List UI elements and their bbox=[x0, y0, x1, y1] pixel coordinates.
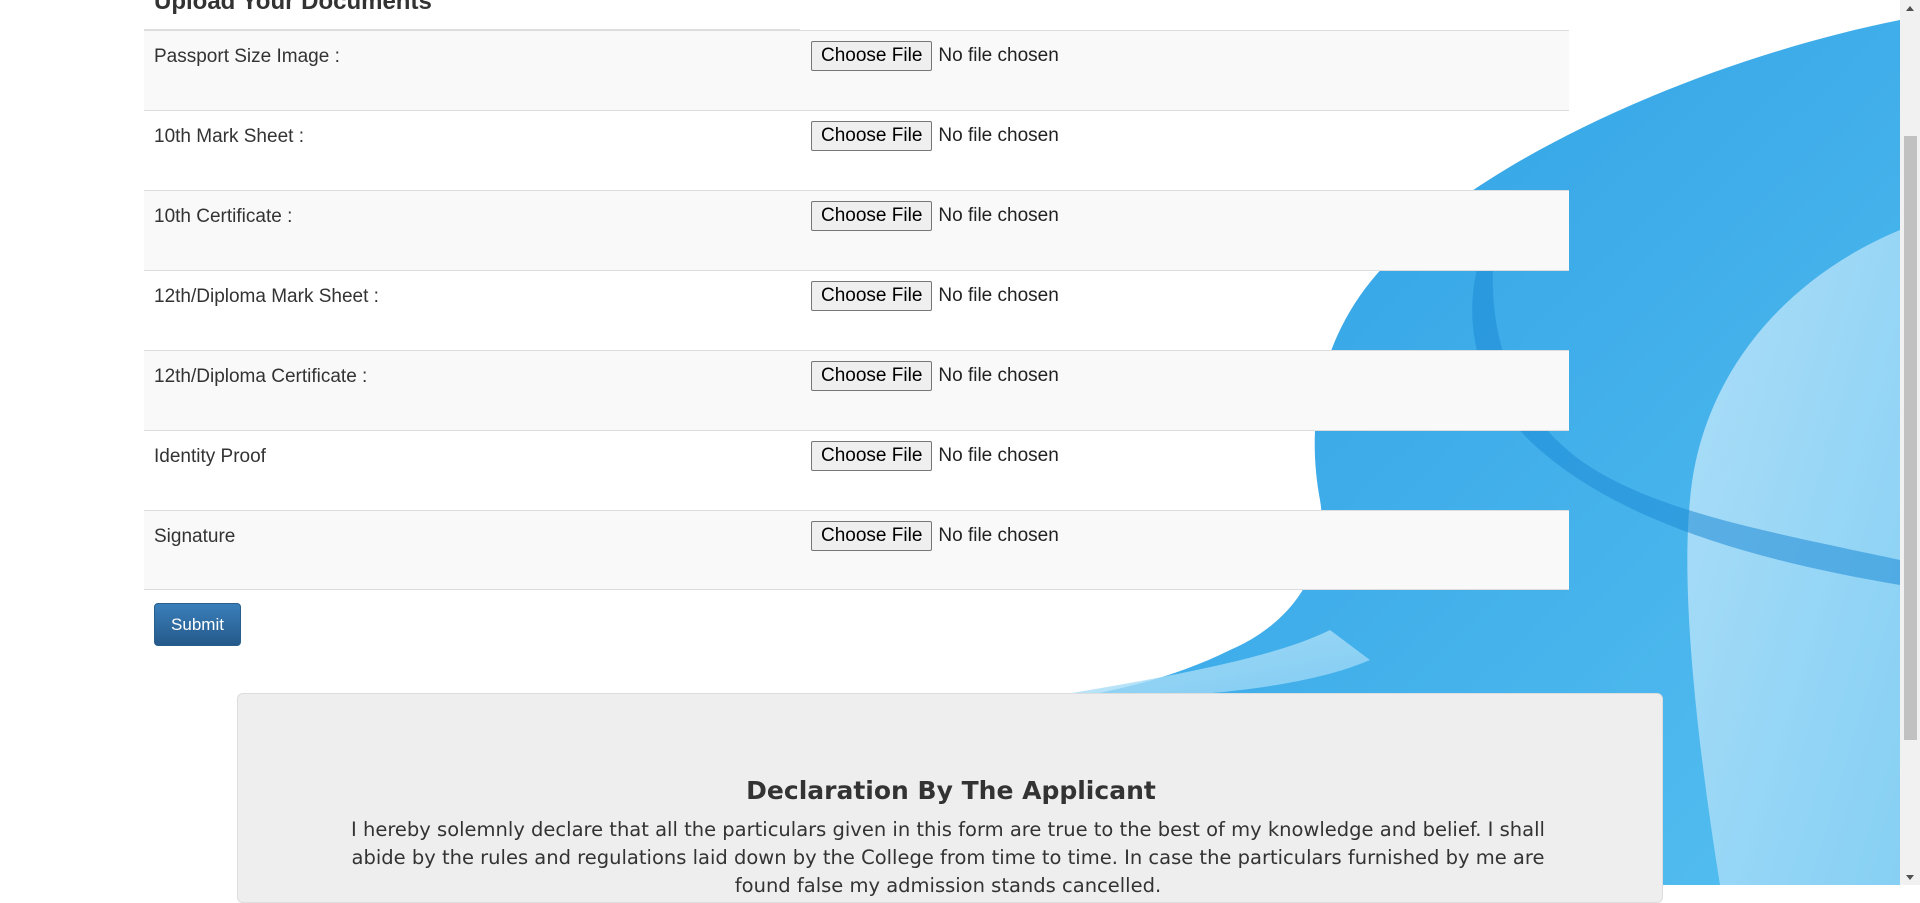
scroll-up-arrow-icon[interactable] bbox=[1900, 0, 1920, 17]
choose-file-button[interactable]: Choose File bbox=[811, 41, 933, 71]
choose-file-button[interactable]: Choose File bbox=[811, 521, 933, 551]
upload-row-passport-image: Passport Size Image : Choose File No fil… bbox=[144, 30, 1569, 110]
upload-row-12th-certificate: 12th/Diploma Certificate : Choose File N… bbox=[144, 350, 1569, 430]
file-status-text: No file chosen bbox=[938, 285, 1059, 306]
choose-file-button[interactable]: Choose File bbox=[811, 361, 933, 391]
submit-button[interactable]: Submit bbox=[154, 603, 241, 646]
choose-file-button[interactable]: Choose File bbox=[811, 121, 933, 151]
upload-label: 12th/Diploma Mark Sheet : bbox=[154, 286, 379, 307]
passport-image-file-input[interactable]: Choose File No file chosen bbox=[811, 41, 1059, 71]
upload-label: 10th Mark Sheet : bbox=[154, 126, 304, 147]
file-status-text: No file chosen bbox=[938, 205, 1059, 226]
scrollbar-thumb[interactable] bbox=[1904, 136, 1917, 740]
scroll-down-arrow-icon[interactable] bbox=[1900, 868, 1920, 885]
page-content: Upload Your Documents Passport Size Imag… bbox=[0, 0, 1900, 903]
upload-row-10th-certificate: 10th Certificate : Choose File No file c… bbox=[144, 190, 1569, 270]
12th-certificate-file-input[interactable]: Choose File No file chosen bbox=[811, 361, 1059, 391]
upload-label: 10th Certificate : bbox=[154, 206, 293, 227]
file-status-text: No file chosen bbox=[938, 125, 1059, 146]
section-title: Upload Your Documents bbox=[154, 0, 432, 15]
file-status-text: No file chosen bbox=[938, 365, 1059, 386]
identity-proof-file-input[interactable]: Choose File No file chosen bbox=[811, 441, 1059, 471]
upload-label: Signature bbox=[154, 526, 236, 547]
vertical-scrollbar[interactable] bbox=[1900, 0, 1920, 885]
declaration-text: I hereby solemnly declare that all the p… bbox=[351, 818, 1545, 897]
upload-documents-table: Passport Size Image : Choose File No fil… bbox=[144, 30, 1569, 590]
10th-certificate-file-input[interactable]: Choose File No file chosen bbox=[811, 201, 1059, 231]
upload-label: Passport Size Image : bbox=[154, 46, 340, 67]
file-status-text: No file chosen bbox=[938, 45, 1059, 66]
12th-mark-sheet-file-input[interactable]: Choose File No file chosen bbox=[811, 281, 1059, 311]
file-status-text: No file chosen bbox=[938, 445, 1059, 466]
signature-file-input[interactable]: Choose File No file chosen bbox=[811, 521, 1059, 551]
choose-file-button[interactable]: Choose File bbox=[811, 281, 933, 311]
upload-label: 12th/Diploma Certificate : bbox=[154, 366, 368, 387]
file-status-text: No file chosen bbox=[938, 525, 1059, 546]
declaration-panel: Declaration By The Applicant I hereby so… bbox=[237, 693, 1663, 903]
upload-row-identity-proof: Identity Proof Choose File No file chose… bbox=[144, 430, 1569, 510]
upload-row-10th-mark-sheet: 10th Mark Sheet : Choose File No file ch… bbox=[144, 110, 1569, 190]
upload-row-12th-mark-sheet: 12th/Diploma Mark Sheet : Choose File No… bbox=[144, 270, 1569, 350]
choose-file-button[interactable]: Choose File bbox=[811, 441, 933, 471]
upload-label: Identity Proof bbox=[154, 446, 266, 467]
choose-file-button[interactable]: Choose File bbox=[811, 201, 933, 231]
upload-row-signature: Signature Choose File No file chosen bbox=[144, 510, 1569, 590]
declaration-title: Declaration By The Applicant bbox=[746, 776, 1156, 805]
10th-mark-sheet-file-input[interactable]: Choose File No file chosen bbox=[811, 121, 1059, 151]
